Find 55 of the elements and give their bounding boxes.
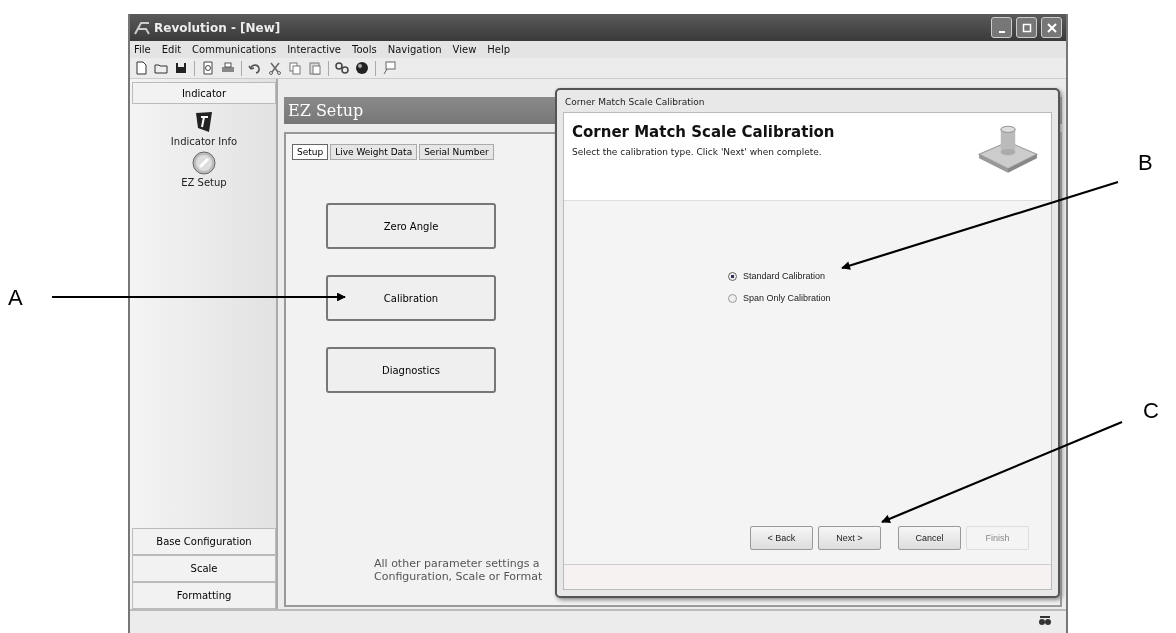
connection-icon: [1038, 616, 1052, 628]
panel-title: EZ Setup: [288, 101, 364, 120]
menu-item[interactable]: File: [134, 44, 151, 55]
wizard-button[interactable]: < Back: [750, 526, 813, 550]
instruction-text: Select the calibration type. Click 'Next' when complete.: [572, 147, 823, 157]
menu-item[interactable]: Edit: [161, 44, 182, 55]
info-text: Configuration, Scale or Format: [374, 570, 544, 583]
menu-item[interactable]: Interactive: [287, 44, 341, 55]
close-icon: [1046, 22, 1057, 33]
wizard-button[interactable]: Cancel: [898, 526, 961, 550]
dialog-title: Corner Match Scale Calibration: [564, 96, 706, 109]
app-logo-icon: [134, 20, 150, 35]
radio-option[interactable]: Span Only Calibration: [728, 293, 1051, 303]
scissors-icon[interactable]: [268, 61, 282, 75]
sidebar-section-button[interactable]: Scale: [132, 555, 276, 582]
info-text: All other parameter settings a: [374, 557, 541, 570]
link-icon[interactable]: [335, 61, 349, 75]
sidebar-section-button[interactable]: Base Configuration: [132, 528, 276, 555]
folder-icon[interactable]: [154, 61, 168, 75]
sidebar-item[interactable]: EZ Setup: [181, 177, 227, 188]
radio-option[interactable]: Standard Calibration: [728, 271, 1051, 281]
tab[interactable]: Setup: [292, 144, 329, 160]
paste-icon[interactable]: [308, 61, 322, 75]
copy-icon[interactable]: [288, 61, 302, 75]
speech-bubble-icon[interactable]: [382, 61, 396, 75]
close-button[interactable]: [1041, 17, 1062, 38]
menu-item[interactable]: View: [452, 44, 477, 55]
sidebar-header[interactable]: Indicator: [132, 82, 276, 104]
new-document-icon[interactable]: [134, 61, 148, 75]
tab[interactable]: Serial Number: [419, 144, 494, 160]
action-button[interactable]: Diagnostics: [326, 347, 496, 393]
undo-icon[interactable]: [248, 61, 262, 75]
scale-platform-icon: [977, 123, 1039, 175]
minimize-icon: [998, 30, 1005, 33]
minimize-button[interactable]: [991, 17, 1012, 38]
callout-label: B: [1138, 150, 1153, 176]
action-button[interactable]: Zero Angle: [326, 203, 496, 249]
action-button[interactable]: Calibration: [326, 275, 496, 321]
sidebar-section-button[interactable]: Formatting: [132, 582, 276, 609]
sidebar-item[interactable]: Indicator Info: [170, 136, 238, 147]
dialog-heading: Corner Match Scale Calibration: [572, 123, 835, 141]
printer-icon[interactable]: [221, 61, 235, 75]
menu-item[interactable]: Tools: [352, 44, 377, 55]
callout-label: C: [1143, 398, 1159, 424]
window-title: Revolution - [New]: [154, 20, 281, 35]
maximize-icon: [1021, 22, 1032, 33]
menu-item[interactable]: Navigation: [387, 44, 442, 55]
print-preview-icon[interactable]: [201, 61, 215, 75]
save-icon[interactable]: [174, 61, 188, 75]
tab[interactable]: Live Weight Data: [330, 144, 418, 160]
wizard-button[interactable]: Next >: [818, 526, 881, 550]
menu-item[interactable]: Help: [487, 44, 511, 55]
callout-label: A: [8, 285, 23, 311]
maximize-button[interactable]: [1016, 17, 1037, 38]
menu-item[interactable]: Communications: [192, 44, 277, 55]
